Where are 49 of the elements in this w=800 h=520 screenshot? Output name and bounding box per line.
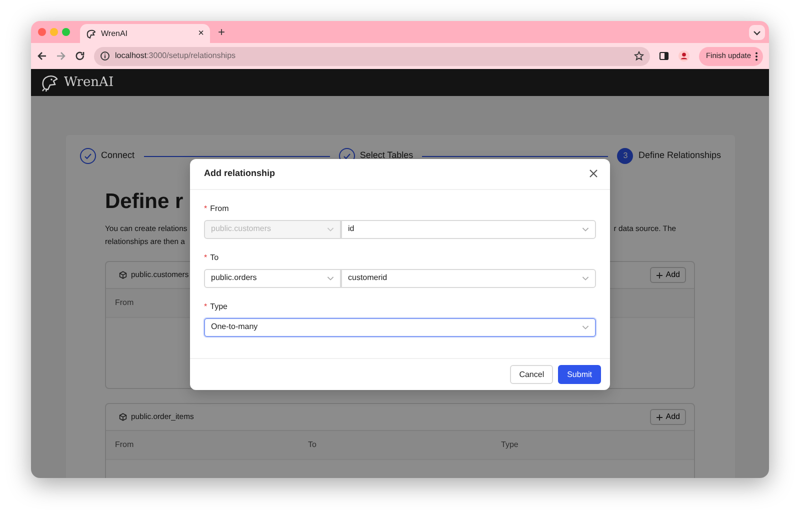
info-icon[interactable] [100, 51, 110, 61]
bird-logo-icon [86, 28, 96, 38]
step-number: 3 [617, 148, 634, 164]
select-field[interactable]: public.orders [204, 268, 341, 288]
column-header: From [115, 440, 134, 450]
column-header: To [308, 440, 316, 450]
star-icon[interactable] [634, 51, 644, 61]
tab-title: WrenAI [101, 28, 129, 40]
step-done-icon [80, 148, 96, 164]
select-field[interactable]: One-to-many [204, 318, 596, 336]
field-label: * To [204, 252, 220, 264]
chevron-down-icon [327, 276, 334, 280]
profile-icon[interactable] [678, 50, 690, 62]
add-button[interactable]: Add [650, 409, 686, 426]
add-button[interactable]: Add [650, 267, 686, 284]
more-icon [755, 52, 758, 60]
column-header: From [115, 298, 134, 308]
url-text: localhost:3000/setup/relationships [115, 50, 237, 62]
chevron-down-icon [753, 30, 761, 36]
step-label: Select Tables [360, 149, 414, 162]
dialog-title: Add relationship [204, 167, 276, 180]
plus-icon [656, 414, 663, 421]
chevron-down-icon [582, 276, 589, 280]
address-bar[interactable]: localhost:3000/setup/relationships [94, 46, 650, 66]
bird-logo-icon [41, 74, 59, 92]
browser-tab[interactable]: WrenAI × [80, 24, 210, 43]
back-icon[interactable] [37, 51, 47, 61]
select-field[interactable]: id [341, 220, 596, 238]
column-header: Type [501, 440, 518, 450]
new-tab-button[interactable]: + [214, 26, 230, 38]
cube-icon [119, 413, 127, 422]
field-label: * Type [204, 300, 228, 312]
page-heading: Define r [105, 190, 184, 214]
tab-close-button[interactable]: × [198, 26, 204, 41]
app-logo-text: WrenAI [64, 74, 114, 92]
field-label: * From [204, 202, 230, 214]
chevron-down-icon [327, 226, 334, 232]
tab-search-button[interactable] [749, 25, 765, 40]
sidebar-icon[interactable] [658, 51, 669, 61]
select-field[interactable]: customerid [341, 268, 596, 288]
cancel-button[interactable]: Cancel [510, 365, 554, 384]
chevron-down-icon [582, 226, 589, 232]
plus-icon [656, 272, 663, 279]
step-label: Define Relationships [638, 149, 722, 162]
chevron-down-icon [582, 324, 589, 330]
submit-button[interactable]: Submit [558, 365, 601, 384]
reload-icon[interactable] [75, 51, 85, 61]
cube-icon [119, 271, 127, 280]
step-label: Connect [101, 149, 135, 162]
